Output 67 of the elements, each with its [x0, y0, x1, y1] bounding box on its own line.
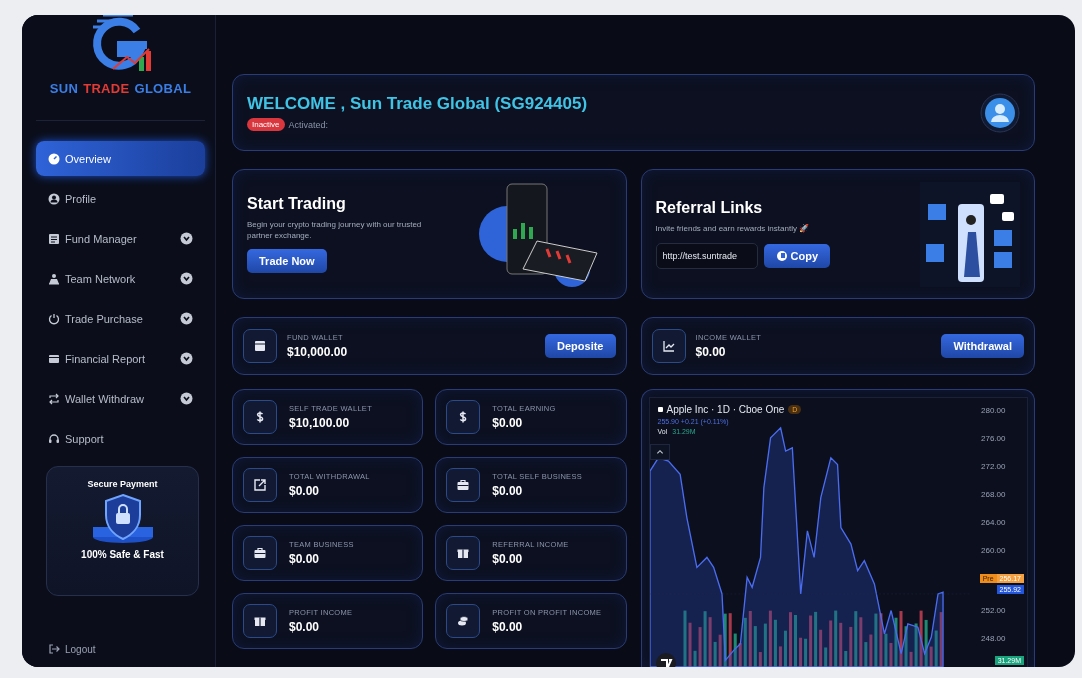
brand-name: TRADE: [83, 81, 130, 96]
copy-icon: [775, 249, 788, 262]
avatar-icon[interactable]: [980, 92, 1020, 133]
welcome-heading: WELCOME , Sun Trade Global (SG924405): [247, 94, 588, 114]
stat-amount: $0.00: [289, 552, 321, 566]
logout-icon: [48, 643, 60, 655]
card-title: Referral Links: [655, 199, 764, 218]
user-icon: [48, 192, 60, 205]
sidebar-item[interactable]: Financial Report: [36, 341, 205, 376]
briefcase-icon: [253, 546, 267, 560]
headset-icon: [48, 432, 60, 445]
axis-label: 264.00: [981, 518, 1006, 529]
brand-name: GLOBAL: [134, 81, 192, 96]
stat-amount: $0.00: [289, 620, 321, 634]
power-icon: [48, 312, 60, 325]
card-icon: [48, 352, 60, 365]
line-chart-icon: [661, 339, 676, 353]
card-title: Start Trading: [247, 194, 347, 213]
sidebar-item[interactable]: Fund Manager: [36, 221, 205, 256]
chart-symbol: Apple Inc · 1D · Cboe One: [666, 404, 785, 415]
briefcase-icon: [456, 478, 471, 492]
sidebar-item[interactable]: Wallet Withdraw: [36, 381, 205, 416]
sidebar-item[interactable]: Support: [36, 421, 205, 456]
trade-now-button[interactable]: Trade Now: [247, 249, 327, 274]
sidebar-item[interactable]: Overview: [36, 141, 205, 176]
document-icon: [48, 232, 60, 245]
axis-label: 260.00: [981, 546, 1006, 557]
caret-icon: [180, 312, 193, 325]
card-description: Begin your crypto trading journey with our trusted partner exchange.: [247, 218, 422, 242]
stat-amount: $0.00: [492, 484, 524, 498]
stat-amount: $0.00: [492, 552, 524, 566]
axis-label: 252.00: [981, 606, 1006, 617]
sidebar-item[interactable]: Trade Purchase: [36, 301, 205, 336]
deposit-button[interactable]: Deposite: [545, 334, 616, 358]
sidebar-item[interactable]: Team Network: [36, 261, 205, 296]
copy-button[interactable]: Copy: [763, 243, 830, 268]
wallet-amount: $10,000.00: [287, 345, 349, 359]
wallet-icon: [253, 339, 267, 353]
caret-icon: [180, 352, 193, 365]
team-icon: [48, 272, 60, 285]
chevron-up-icon[interactable]: [649, 444, 670, 460]
stat-amount: $0.00: [289, 484, 321, 498]
card-title: Secure Payment: [87, 479, 158, 489]
withdrawal-button[interactable]: Withdrawal: [941, 334, 1024, 358]
card-subtitle: 100% Safe & Fast: [81, 549, 164, 560]
stat-amount: $0.00: [492, 416, 524, 430]
axis-label: 280.00: [981, 406, 1006, 417]
swap-icon: [48, 392, 60, 405]
brand-name: SUN: [49, 81, 79, 96]
stat-amount: $10,100.00: [289, 416, 351, 430]
referral-link-field[interactable]: http://test.suntrade: [655, 242, 758, 269]
caret-icon: [180, 392, 193, 405]
card-description: Invite friends and earn rewards instantly 🚀: [655, 223, 811, 235]
wallet-amount: $0.00: [695, 345, 727, 359]
axis-label: 268.00: [981, 490, 1006, 501]
logout-button[interactable]: Logout: [36, 643, 205, 655]
caret-icon: [180, 232, 193, 245]
activated-label: Activated:: [288, 119, 329, 130]
sidebar-item[interactable]: Profile: [36, 181, 205, 216]
status-badge: Inactive: [247, 118, 285, 131]
axis-label: 272.00: [981, 462, 1006, 473]
export-icon: [253, 478, 267, 492]
axis-label: 276.00: [981, 434, 1006, 445]
gauge-icon: [48, 152, 60, 165]
stat-amount: $0.00: [492, 620, 524, 634]
coins-icon: [456, 614, 471, 628]
caret-icon: [180, 272, 193, 285]
